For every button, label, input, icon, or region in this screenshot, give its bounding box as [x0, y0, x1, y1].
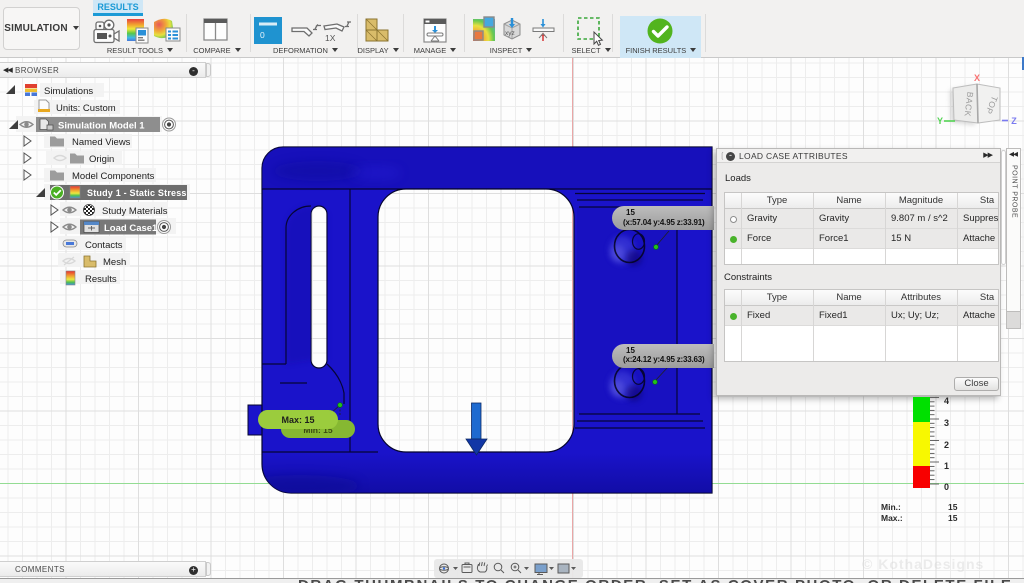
svg-text:Z: Z [1011, 116, 1017, 126]
svg-text:Mesh: Mesh [103, 257, 126, 268]
svg-text:X: X [974, 73, 980, 83]
svg-text:Max: 15: Max: 15 [281, 415, 314, 425]
svg-text:Study Materials: Study Materials [102, 206, 168, 217]
svg-text:Named Views: Named Views [72, 137, 131, 148]
svg-text:Units: Custom: Units: Custom [56, 103, 116, 114]
svg-text:Study 1 - Static Stress: Study 1 - Static Stress [87, 188, 187, 198]
svg-text:Y: Y [937, 116, 943, 126]
svg-text:Simulation Model 1: Simulation Model 1 [58, 121, 145, 132]
svg-text:Results: Results [85, 274, 117, 285]
svg-text:Simulations: Simulations [44, 86, 93, 97]
svg-text:0: 0 [260, 30, 265, 40]
svg-text:Origin: Origin [89, 154, 114, 165]
svg-text:Load Case1: Load Case1 [104, 223, 158, 234]
svg-text:Contacts: Contacts [85, 240, 123, 251]
svg-text:xyz: xyz [505, 30, 515, 37]
svg-text:1X: 1X [325, 33, 336, 43]
svg-text:Model Components: Model Components [72, 171, 155, 182]
